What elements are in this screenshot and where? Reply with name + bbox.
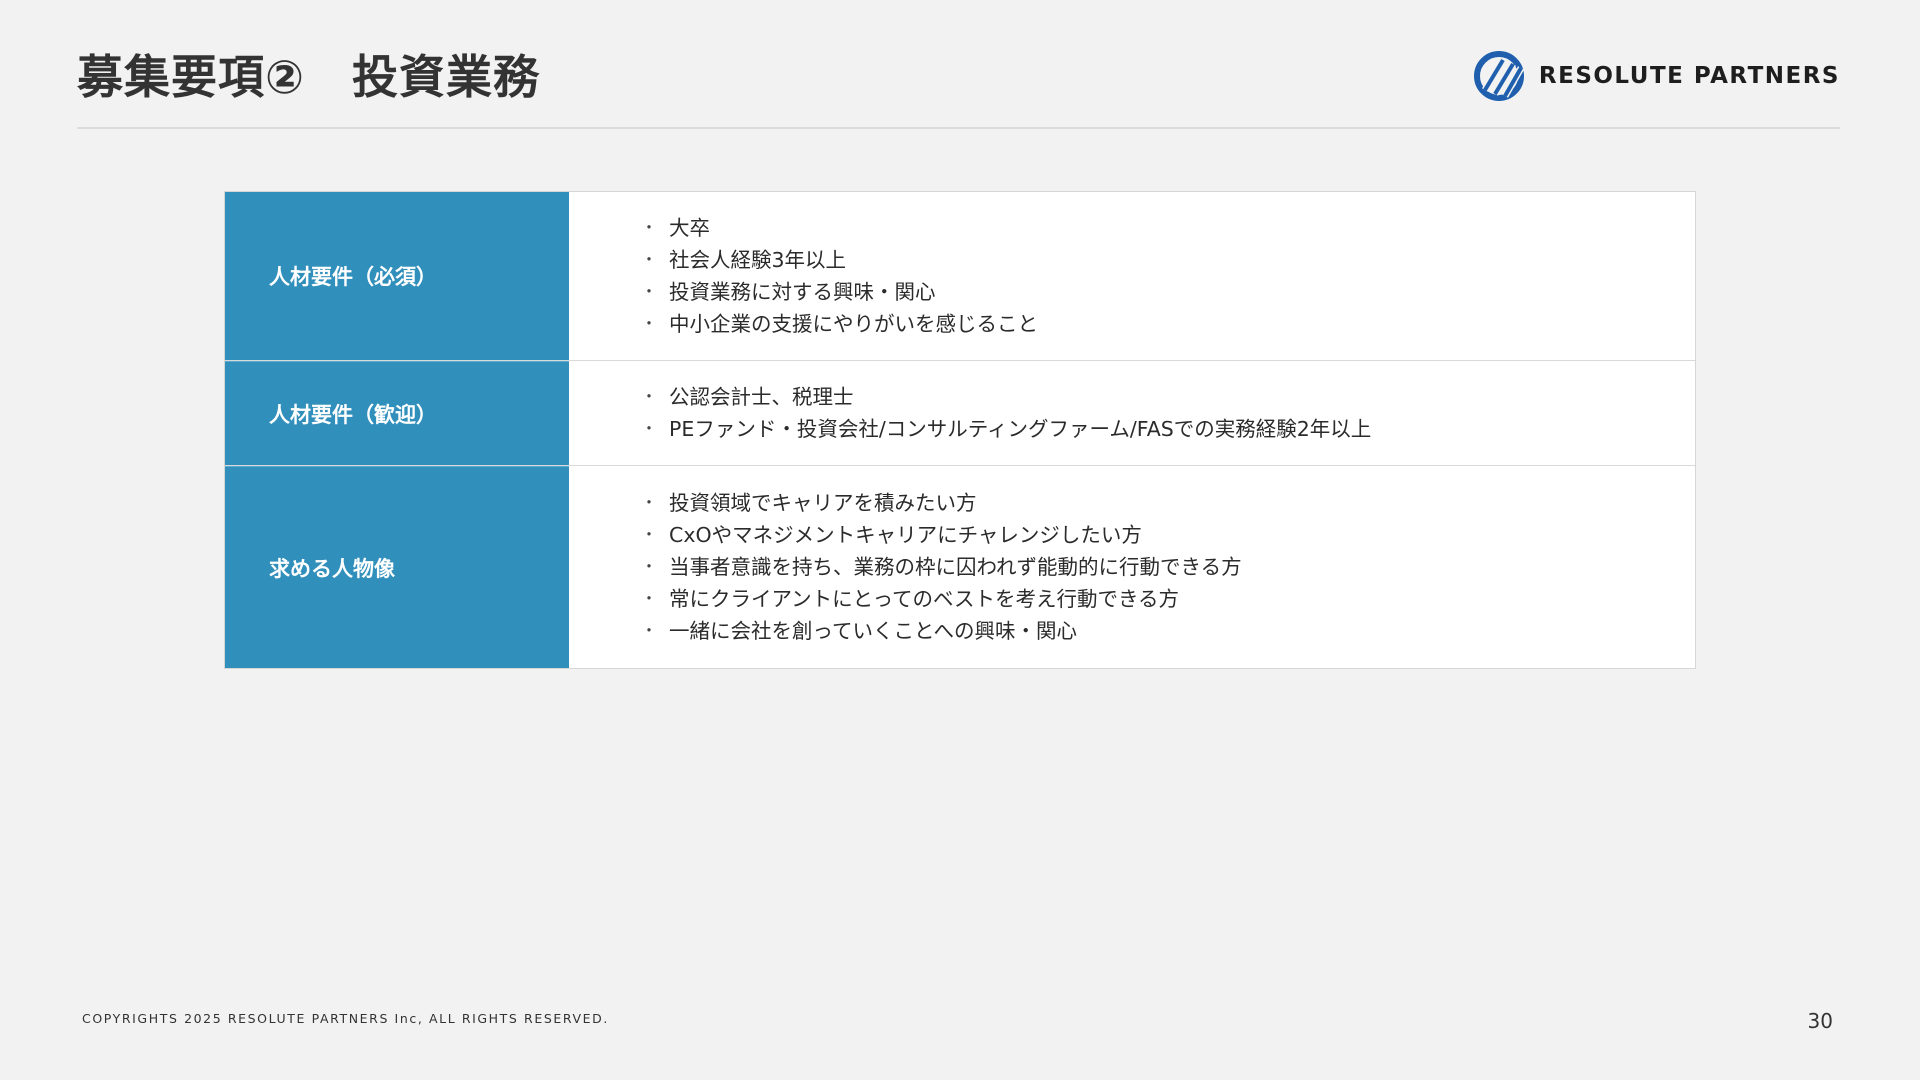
list-item: 大卒	[641, 212, 1038, 244]
resolute-partners-logo-icon	[1473, 51, 1524, 101]
bullet-list: 大卒 社会人経験3年以上 投資業務に対する興味・関心 中小企業の支援にやりがいを…	[641, 212, 1038, 340]
table-row-required: 人材要件（必須） 大卒 社会人経験3年以上 投資業務に対する興味・関心 中小企業…	[225, 192, 1695, 360]
list-item: 公認会計士、税理士	[641, 381, 1371, 413]
header-divider	[77, 127, 1840, 129]
list-item: 投資業務に対する興味・関心	[641, 276, 1038, 308]
requirements-table: 人材要件（必須） 大卒 社会人経験3年以上 投資業務に対する興味・関心 中小企業…	[224, 191, 1696, 669]
list-item: 一緒に会社を創っていくことへの興味・関心	[641, 615, 1242, 647]
row-label: 求める人物像	[225, 466, 569, 668]
row-label: 人材要件（歓迎）	[225, 361, 569, 465]
row-content: 投資領域でキャリアを積みたい方 CxOやマネジメントキャリアにチャレンジしたい方…	[569, 466, 1695, 668]
page-number: 30	[1807, 1009, 1833, 1033]
logo-text: RESOLUTE PARTNERS	[1538, 63, 1840, 89]
table-row-ideal-candidate: 求める人物像 投資領域でキャリアを積みたい方 CxOやマネジメントキャリアにチャ…	[225, 465, 1695, 668]
list-item: PEファンド・投資会社/コンサルティングファーム/FASでの実務経験2年以上	[641, 413, 1371, 445]
list-item: 投資領域でキャリアを積みたい方	[641, 487, 1242, 519]
list-item: 社会人経験3年以上	[641, 244, 1038, 276]
bullet-list: 公認会計士、税理士 PEファンド・投資会社/コンサルティングファーム/FASでの…	[641, 381, 1371, 445]
row-label: 人材要件（必須）	[225, 192, 569, 360]
table-row-preferred: 人材要件（歓迎） 公認会計士、税理士 PEファンド・投資会社/コンサルティングフ…	[225, 360, 1695, 465]
row-content: 公認会計士、税理士 PEファンド・投資会社/コンサルティングファーム/FASでの…	[569, 361, 1695, 465]
company-logo: RESOLUTE PARTNERS	[1473, 50, 1840, 102]
row-content: 大卒 社会人経験3年以上 投資業務に対する興味・関心 中小企業の支援にやりがいを…	[569, 192, 1695, 360]
bullet-list: 投資領域でキャリアを積みたい方 CxOやマネジメントキャリアにチャレンジしたい方…	[641, 487, 1242, 647]
list-item: CxOやマネジメントキャリアにチャレンジしたい方	[641, 519, 1242, 551]
copyright-notice: COPYRIGHTS 2025 RESOLUTE PARTNERS Inc, A…	[82, 1011, 609, 1026]
list-item: 中小企業の支援にやりがいを感じること	[641, 308, 1038, 340]
list-item: 常にクライアントにとってのベストを考え行動できる方	[641, 583, 1242, 615]
list-item: 当事者意識を持ち、業務の枠に囚われず能動的に行動できる方	[641, 551, 1242, 583]
page-title: 募集要項② 投資業務	[77, 50, 540, 104]
